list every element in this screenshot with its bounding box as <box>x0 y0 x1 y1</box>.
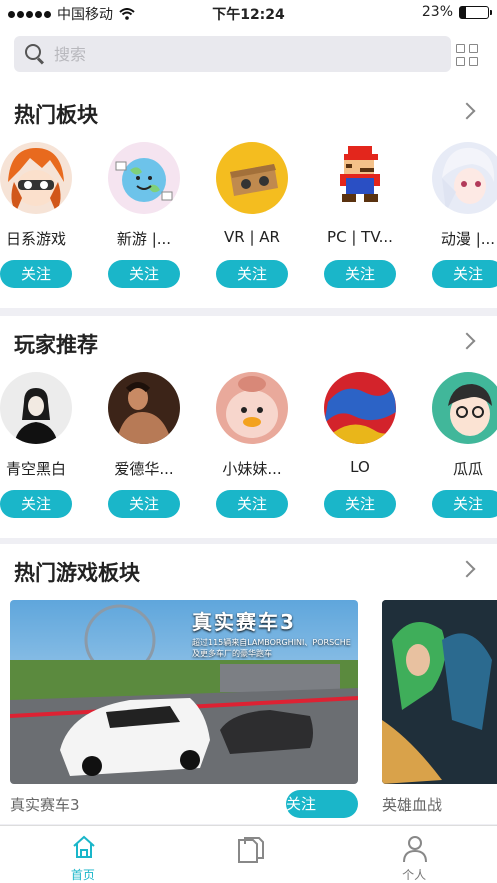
search-box[interactable] <box>14 36 451 72</box>
hot-boards-section: 热门板块 日系游戏 关注 新游 |... 关注 VR | AR 关注 PC | … <box>0 86 497 308</box>
player-avatar <box>432 372 497 444</box>
follow-button[interactable]: 关注 <box>0 260 72 288</box>
home-icon <box>73 835 95 858</box>
player-card[interactable]: 小妹妹... 关注 <box>198 372 306 518</box>
follow-button[interactable]: 关注 <box>108 490 180 518</box>
section-title: 玩家推荐 <box>14 333 98 357</box>
tab-home[interactable]: 首页 <box>0 826 166 883</box>
status-bar: 中国移动 下午12:24 23% <box>0 0 497 26</box>
search-bar <box>0 26 497 86</box>
chevron-right-icon[interactable] <box>458 560 476 578</box>
board-card[interactable]: 新游 |... 关注 <box>90 142 198 288</box>
section-title: 热门游戏板块 <box>14 561 140 585</box>
follow-button[interactable]: 关注 <box>286 790 358 818</box>
section-title: 热门板块 <box>14 103 98 127</box>
game-name: 英雄血战 <box>382 795 443 814</box>
board-card[interactable]: 日系游戏 关注 <box>0 142 90 288</box>
game-card[interactable]: 真实赛车3 超过115辆来自LAMBORGHINI、PORSCHE 及更多车厂的… <box>10 600 358 824</box>
board-avatar <box>432 142 497 214</box>
board-avatar <box>108 142 180 214</box>
game-name: 真实赛车3 <box>10 795 80 814</box>
tab-bar: 首页 个人 <box>0 825 497 883</box>
document-icon <box>237 837 264 863</box>
chevron-right-icon[interactable] <box>458 332 476 350</box>
chevron-right-icon[interactable] <box>458 102 476 120</box>
board-name: VR | AR <box>224 228 280 246</box>
tab-profile[interactable]: 个人 <box>331 826 497 883</box>
tab-label: 首页 <box>70 868 95 882</box>
tab-label: 个人 <box>402 868 427 882</box>
board-name: 新游 |... <box>116 230 172 248</box>
player-card[interactable]: 爱德华... 关注 <box>90 372 198 518</box>
player-avatar <box>108 372 180 444</box>
player-card[interactable]: LO 关注 <box>306 372 414 518</box>
board-avatar <box>0 142 72 214</box>
hot-games-section: 热门游戏板块 真实赛车3 超过115辆来自LAMBORGHINI、PORSCHE… <box>0 544 497 824</box>
player-avatar <box>0 372 72 444</box>
follow-button[interactable]: 关注 <box>324 260 396 288</box>
follow-button[interactable]: 关注 <box>108 260 180 288</box>
board-avatar <box>324 142 396 214</box>
player-name: LO <box>350 458 370 476</box>
player-name: 瓜瓜 <box>452 460 483 478</box>
follow-button[interactable]: 关注 <box>216 490 288 518</box>
player-avatar <box>324 372 396 444</box>
follow-button[interactable]: 关注 <box>324 490 396 518</box>
tab-boards[interactable] <box>166 826 332 883</box>
game-banner: 真实赛车3 超过115辆来自LAMBORGHINI、PORSCHE 及更多车厂的… <box>10 600 358 784</box>
player-avatar <box>216 372 288 444</box>
player-name: 青空黑白 <box>5 460 66 478</box>
players-section: 玩家推荐 青空黑白 关注 爱德华... 关注 小妹妹... 关注 LO 关注 瓜… <box>0 316 497 538</box>
board-name: PC | TV... <box>327 228 393 246</box>
battery-icon <box>459 5 492 19</box>
banner-subtitle: 及更多车厂的豪华跑车 <box>192 649 272 658</box>
board-avatar <box>216 142 288 214</box>
follow-button[interactable]: 关注 <box>432 260 497 288</box>
board-card[interactable]: PC | TV... 关注 <box>306 142 414 288</box>
follow-button[interactable]: 关注 <box>0 490 72 518</box>
game-card[interactable]: 英雄血战 <box>382 600 497 824</box>
player-card[interactable]: 青空黑白 关注 <box>0 372 90 518</box>
follow-button[interactable]: 关注 <box>432 490 497 518</box>
board-card[interactable]: VR | AR 关注 <box>198 142 306 288</box>
follow-button[interactable]: 关注 <box>216 260 288 288</box>
player-name: 小妹妹... <box>222 460 282 478</box>
game-banner <box>382 600 497 784</box>
person-icon <box>403 836 428 863</box>
banner-title: 真实赛车3 <box>192 610 296 634</box>
grid-icon[interactable] <box>456 44 478 66</box>
search-icon <box>24 43 46 65</box>
board-name: 日系游戏 <box>5 230 66 248</box>
battery-percent: 23% <box>421 4 453 20</box>
player-card[interactable]: 瓜瓜 关注 <box>414 372 497 518</box>
banner-subtitle: 超过115辆来自LAMBORGHINI、PORSCHE <box>192 638 351 647</box>
board-name: 动漫 |... <box>440 230 496 248</box>
search-input[interactable] <box>54 44 434 64</box>
player-name: 爱德华... <box>114 460 174 478</box>
board-card[interactable]: 动漫 |... 关注 <box>414 142 497 288</box>
